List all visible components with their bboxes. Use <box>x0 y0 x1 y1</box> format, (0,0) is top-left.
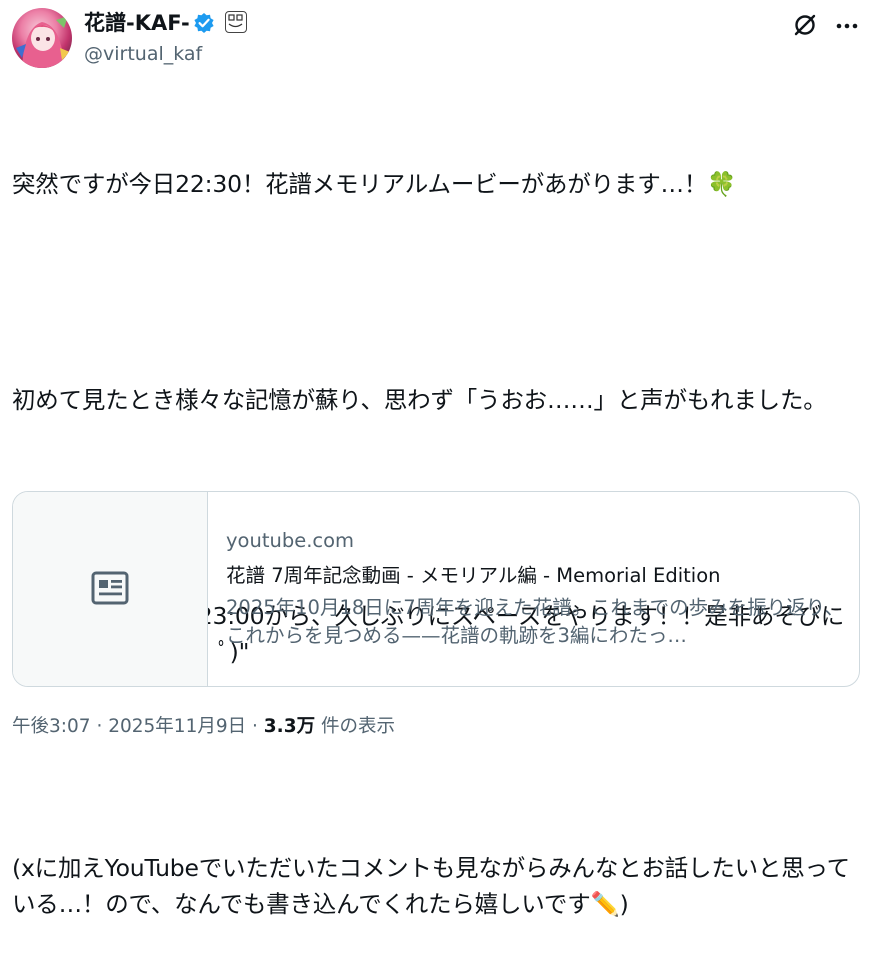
views-count: 3.3万 <box>263 716 316 737</box>
tweet-paragraph: 突然ですが今日22:30！花譜メモリアルムービーがあがります…！🍀 <box>12 170 737 198</box>
card-title: 花譜 7周年記念動画 - メモリアル編 - Memorial Edition <box>226 564 721 587</box>
verified-badge-icon <box>194 13 214 33</box>
tweet-date[interactable]: 2025年11月9日 <box>108 716 246 737</box>
meta-separator: · <box>96 716 103 737</box>
tweet-paragraph: (xに加えYouTubeでいただいたコメントも見ながらみんなとお話したいと思って… <box>12 854 850 918</box>
grok-icon[interactable] <box>792 12 818 38</box>
link-card[interactable]: youtube.com 花譜 7周年記念動画 - メモリアル編 - Memori… <box>12 491 860 687</box>
avatar[interactable] <box>12 8 72 68</box>
card-thumbnail[interactable] <box>13 492 208 686</box>
display-name[interactable]: 花譜-KAF- <box>84 9 190 37</box>
tweet-paragraph: 初めて見たとき様々な記憶が蘇り、思わず「うおお……」と声がもれました。 <box>12 386 827 414</box>
card-info[interactable]: youtube.com 花譜 7周年記念動画 - メモリアル編 - Memori… <box>226 528 846 650</box>
card-domain: youtube.com <box>226 529 355 552</box>
views-label: 件の表示 <box>320 716 395 737</box>
more-icon[interactable] <box>834 13 860 39</box>
article-icon <box>91 571 129 605</box>
username[interactable]: @virtual_kaf <box>84 41 202 67</box>
affiliate-badge-icon[interactable] <box>225 11 247 33</box>
meta-separator: · <box>252 716 258 737</box>
card-description: 2025年10月18日に7周年を迎えた花譜。これまでの歩みを振り返り、これからを… <box>226 596 844 647</box>
tweet-meta: 午後3:07 · 2025年11月9日 · 3.3万 件の表示 <box>12 714 395 740</box>
tweet-time[interactable]: 午後3:07 <box>12 716 91 737</box>
